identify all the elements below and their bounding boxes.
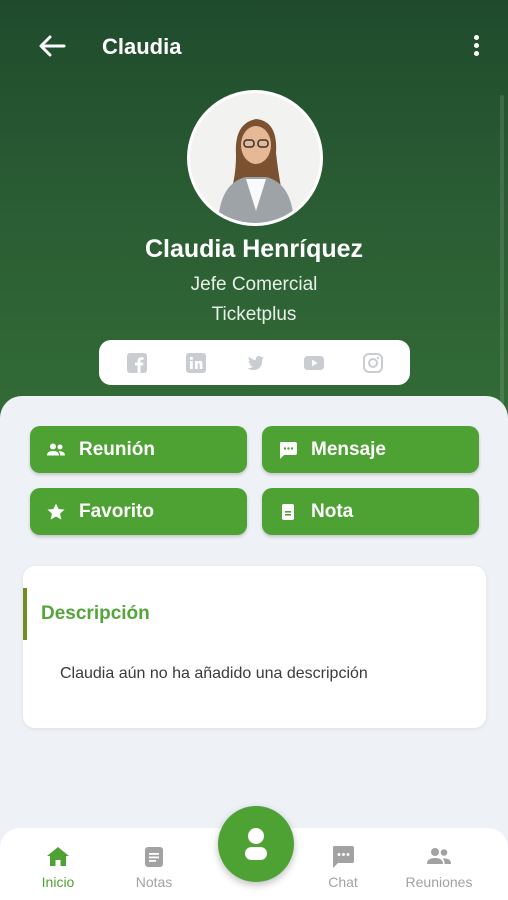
instagram-icon[interactable] xyxy=(362,352,383,373)
person-icon xyxy=(245,828,267,860)
profile-photo xyxy=(190,93,320,223)
home-icon xyxy=(47,847,69,866)
chat-icon xyxy=(333,846,354,868)
social-links xyxy=(99,340,410,385)
avatar xyxy=(187,90,323,226)
favorite-button[interactable]: Favorito xyxy=(30,488,247,535)
description-accent-bar xyxy=(23,588,27,640)
message-button[interactable]: Mensaje xyxy=(262,426,479,473)
more-options-icon[interactable] xyxy=(464,32,488,62)
note-label: Nota xyxy=(311,500,354,522)
profile-company: Ticketplus xyxy=(211,304,297,325)
nav-label-notes: Notas xyxy=(135,874,173,890)
youtube-icon[interactable] xyxy=(303,353,324,373)
note-icon xyxy=(282,503,294,520)
meeting-button[interactable]: Reunión xyxy=(30,426,247,473)
page-title: Claudia xyxy=(102,34,182,59)
message-label: Mensaje xyxy=(311,438,386,460)
profile-role: Jefe Comercial xyxy=(190,274,318,295)
facebook-icon[interactable] xyxy=(126,352,147,373)
star-icon xyxy=(47,503,65,520)
description-card: Descripción Claudia aún no ha añadido un… xyxy=(23,566,486,728)
nav-item-meetings[interactable]: Reuniones xyxy=(394,844,484,892)
note-button[interactable]: Nota xyxy=(262,488,479,535)
people-icon xyxy=(427,848,451,864)
favorite-label: Favorito xyxy=(79,500,154,522)
nav-item-notes[interactable]: Notas xyxy=(109,844,199,892)
notes-icon xyxy=(145,847,163,867)
nav-item-chat[interactable]: Chat xyxy=(298,844,388,892)
profile-name: Claudia Henríquez xyxy=(144,235,364,263)
profile-fab-button[interactable] xyxy=(218,806,294,882)
people-icon xyxy=(47,443,65,455)
nav-item-home[interactable]: Inicio xyxy=(13,844,103,892)
nav-label-home: Inicio xyxy=(41,874,75,890)
chat-bubble-icon xyxy=(280,441,297,459)
top-bar: Claudia xyxy=(0,24,508,68)
twitter-icon[interactable] xyxy=(245,353,265,373)
description-text: Claudia aún no ha añadido una descripció… xyxy=(60,665,368,682)
meeting-label: Reunión xyxy=(79,438,155,460)
nav-label-chat: Chat xyxy=(328,874,358,890)
description-title: Descripción xyxy=(41,603,150,624)
back-arrow-icon[interactable] xyxy=(34,30,70,62)
linkedin-icon[interactable] xyxy=(185,352,206,373)
nav-label-meetings: Reuniones xyxy=(405,874,473,890)
